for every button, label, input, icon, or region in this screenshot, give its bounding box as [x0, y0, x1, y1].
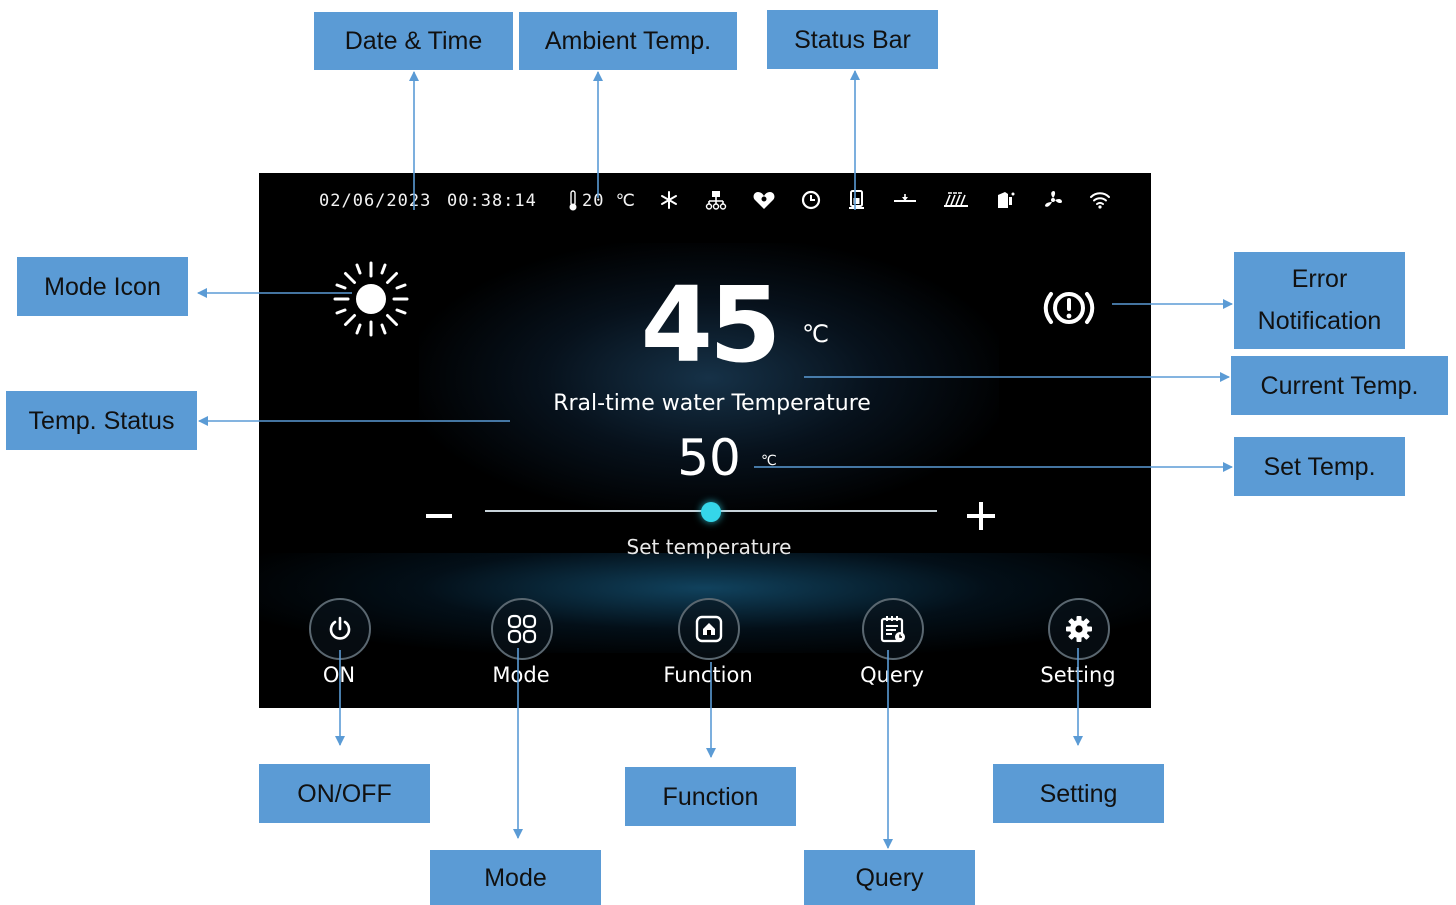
callout-status-bar: Status Bar: [767, 10, 938, 69]
heater-icon: [944, 192, 968, 207]
thermometer-icon: [569, 190, 577, 211]
status-bar: 02/06/2023 00:38:14 20 ℃: [259, 187, 1151, 217]
callout-set-temp: Set Temp.: [1234, 437, 1405, 496]
water-tank-icon: [849, 190, 864, 209]
heart-wings-icon: [753, 192, 775, 209]
callout-error-notification: Error Notification: [1234, 252, 1405, 349]
callout-on-off: ON/OFF: [259, 764, 430, 823]
function-button[interactable]: Function: [653, 598, 763, 698]
current-temp-unit: ℃: [802, 320, 829, 348]
query-label: Query: [860, 663, 924, 687]
setting-button[interactable]: Setting: [1023, 598, 1133, 698]
query-button-circle: [862, 598, 924, 660]
set-temp-label: Set temperature: [626, 535, 792, 559]
function-button-circle: [678, 598, 740, 660]
callout-date-time: Date & Time: [314, 12, 513, 70]
current-temp-value: 45: [640, 264, 782, 386]
mode-button-circle: [491, 598, 553, 660]
callout-mode-icon: Mode Icon: [17, 257, 188, 316]
sun-icon[interactable]: [331, 259, 411, 339]
clock-icon: [801, 190, 821, 210]
set-temp-value: 50: [677, 429, 741, 487]
callout-function: Function: [625, 767, 796, 826]
set-temp-unit: ℃: [761, 453, 777, 469]
callout-mode: Mode: [430, 850, 601, 905]
status-time: 00:38:14: [447, 191, 537, 211]
decrease-temp-button[interactable]: [423, 510, 455, 522]
status-ambient-temp: 20 ℃: [582, 191, 636, 211]
on-off-label: ON: [322, 663, 356, 687]
function-label: Function: [663, 663, 753, 687]
grid-icon: [507, 614, 537, 644]
on-off-button-circle: [309, 598, 371, 660]
mode-label: Mode: [492, 663, 550, 687]
callout-query: Query: [804, 850, 975, 905]
device-screen: 02/06/2023 00:38:14 20 ℃ 45 ℃ Rral-time …: [259, 173, 1151, 708]
snowflake-icon: [661, 191, 677, 209]
callout-setting: Setting: [993, 764, 1164, 823]
calendar-icon: [880, 616, 905, 643]
setting-button-circle: [1048, 598, 1110, 660]
on-off-button[interactable]: ON: [284, 598, 394, 698]
gear-icon: [1066, 616, 1092, 642]
setting-label: Setting: [1040, 663, 1116, 687]
query-button[interactable]: Query: [837, 598, 947, 698]
set-temp-slider-thumb[interactable]: [701, 502, 721, 522]
tank-network-icon: [705, 191, 727, 210]
fuel-tank-icon: [998, 192, 1015, 208]
callout-ambient-temp: Ambient Temp.: [519, 12, 737, 70]
power-icon: [329, 616, 351, 640]
fan-icon: [1045, 191, 1062, 207]
current-temp-label: Rral-time water Temperature: [553, 391, 871, 416]
error-alert-icon[interactable]: [1039, 278, 1099, 338]
callout-current-temp: Current Temp.: [1231, 356, 1448, 415]
increase-temp-button[interactable]: [964, 499, 998, 533]
wifi-icon: [1090, 192, 1110, 209]
home-icon: [695, 615, 723, 643]
status-date: 02/06/2023: [319, 191, 432, 211]
pipe-valve-icon: [894, 194, 916, 202]
callout-temp-status: Temp. Status: [6, 391, 197, 450]
mode-button[interactable]: Mode: [466, 598, 576, 698]
